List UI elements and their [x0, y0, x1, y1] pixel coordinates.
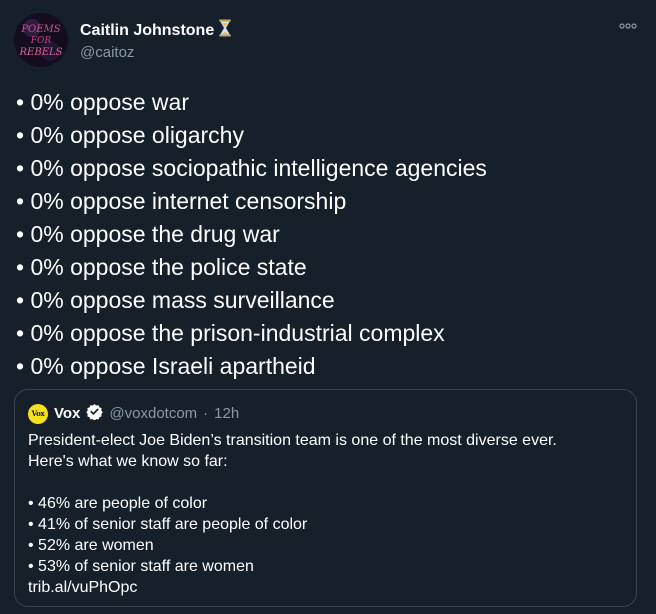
quoted-line: President-elect Joe Biden’s transition t… [28, 432, 557, 449]
tweet-line: • 0% oppose the prison-industrial comple… [16, 320, 445, 346]
tweet-line: • 0% oppose the drug war [16, 221, 280, 247]
avatar-image: POEMS FOR REBELS [14, 13, 68, 67]
avatar[interactable]: POEMS FOR REBELS [14, 13, 68, 67]
author-names: Caitlin Johnstone @caitoz [80, 19, 232, 61]
quoted-line [28, 472, 628, 493]
avatar-text-2: FOR [30, 36, 52, 46]
author-display-name[interactable]: Caitlin Johnstone [80, 22, 214, 40]
tweet-line: • 0% oppose mass surveillance [16, 287, 335, 313]
quoted-tweet-header: Vox Vox @voxdotcom · 12h [28, 403, 239, 424]
more-options-button[interactable] [616, 18, 640, 34]
tweet-text: • 0% oppose war • 0% oppose oligarchy • … [16, 86, 636, 383]
quoted-line: • 52% are women [28, 537, 154, 554]
tweet-line: • 0% oppose war [16, 89, 189, 115]
quoted-tweet[interactable]: Vox Vox @voxdotcom · 12h President-elect… [14, 389, 637, 607]
more-dots-icon [619, 23, 637, 29]
display-name-row: Caitlin Johnstone [80, 19, 232, 42]
hourglass-icon [218, 19, 232, 42]
quoted-tweet-text: President-elect Joe Biden’s transition t… [28, 430, 628, 598]
separator-dot: · [203, 405, 209, 422]
tweet-line: • 0% oppose oligarchy [16, 122, 244, 148]
tweet-header: POEMS FOR REBELS Caitlin Johnstone @cait… [14, 12, 232, 68]
tweet-line: • 0% oppose the police state [16, 254, 307, 280]
vox-avatar[interactable]: Vox [28, 403, 48, 424]
quoted-handle[interactable]: @voxdotcom [109, 405, 197, 422]
quoted-line: • 53% of senior staff are women [28, 558, 254, 575]
tweet-line: • 0% oppose internet censorship [16, 188, 347, 214]
tweet-line: • 0% oppose Israeli apartheid [16, 353, 316, 379]
quoted-timestamp[interactable]: 12h [214, 405, 239, 422]
avatar-text-3: REBELS [19, 47, 63, 58]
quoted-display-name[interactable]: Vox [54, 405, 80, 422]
author-handle[interactable]: @caitoz [80, 44, 232, 61]
quoted-line: Here's what we know so far: [28, 453, 228, 470]
avatar-text-1: POEMS [20, 24, 60, 35]
quoted-line: • 41% of senior staff are people of colo… [28, 516, 308, 533]
verified-badge-icon [86, 403, 104, 424]
quoted-line: • 46% are people of color [28, 495, 208, 512]
tweet: POEMS FOR REBELS Caitlin Johnstone @cait… [0, 0, 656, 614]
quoted-link[interactable]: trib.al/vuPhOpc [28, 577, 628, 598]
tweet-line: • 0% oppose sociopathic intelligence age… [16, 155, 487, 181]
